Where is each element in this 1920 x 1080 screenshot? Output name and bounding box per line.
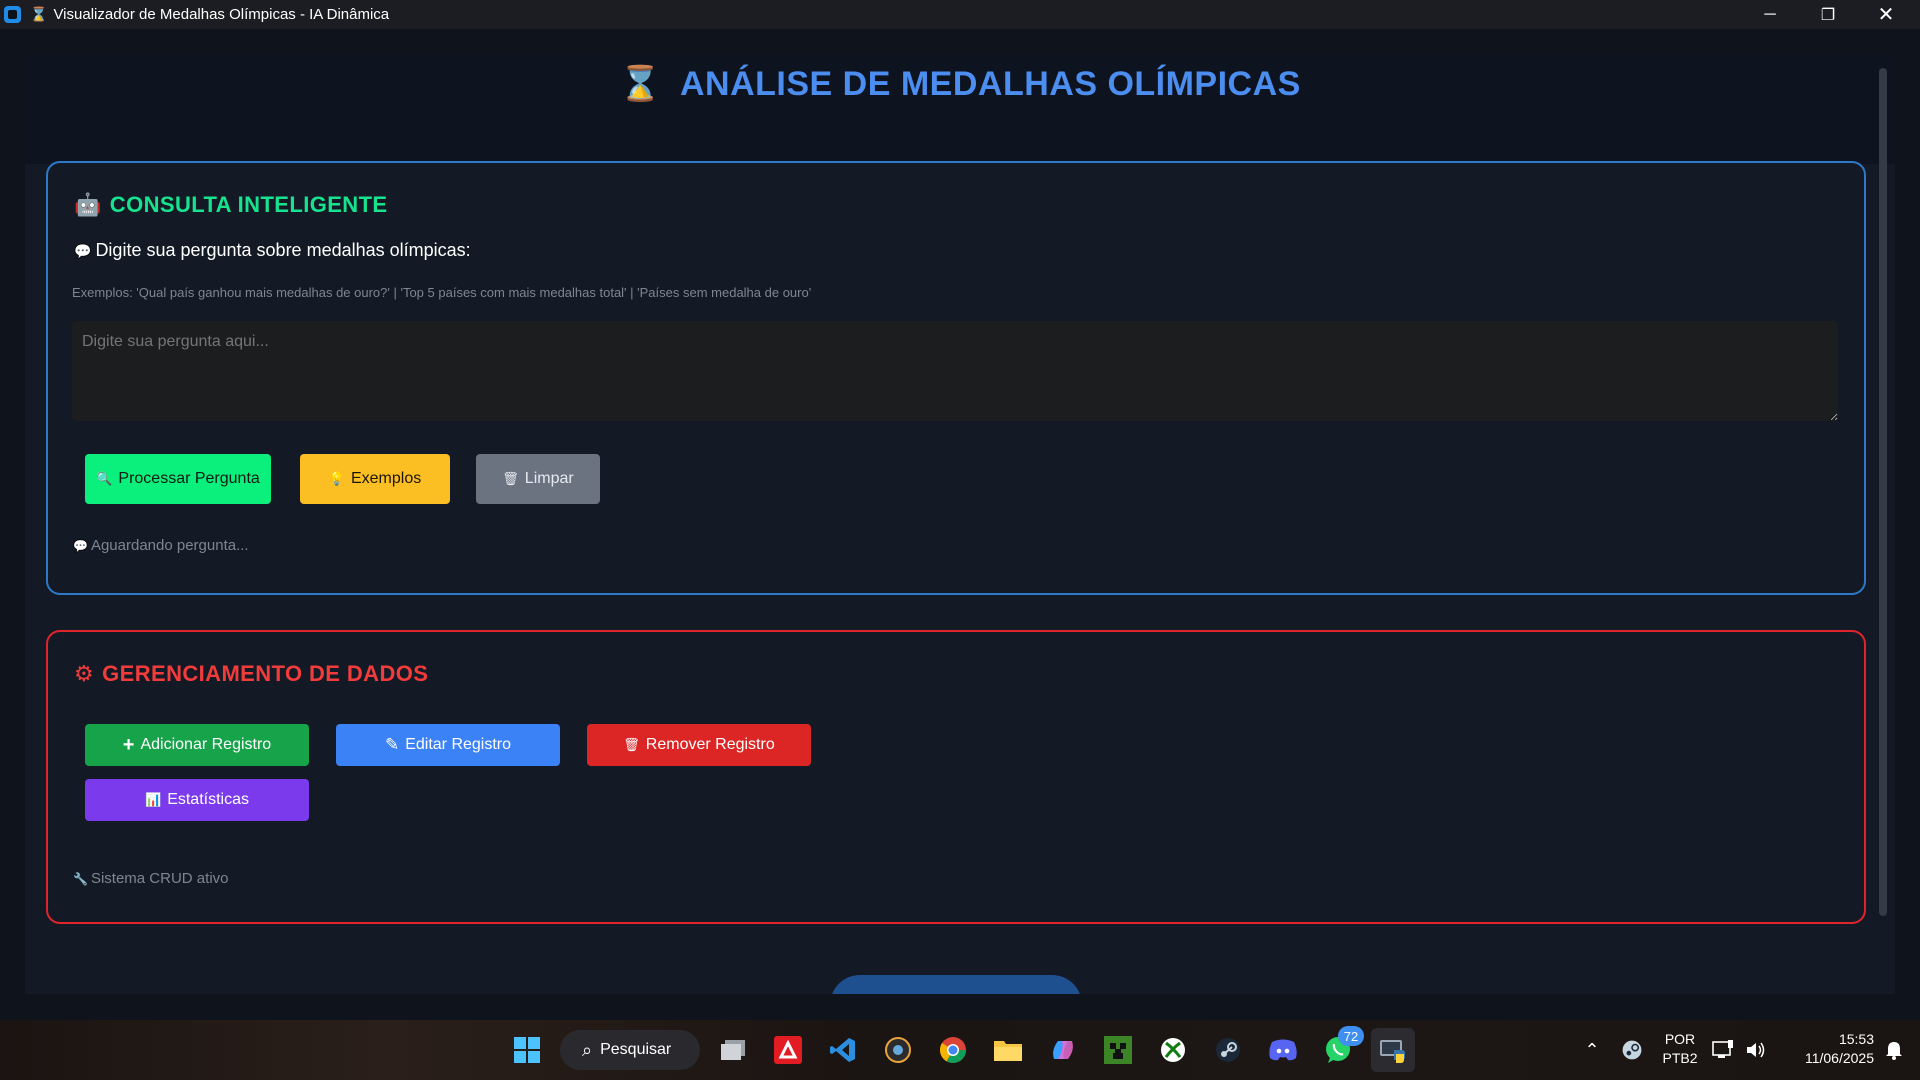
clear-label: Limpar [524,470,574,487]
taskbar-clock[interactable]: 15:53 11/06/2025 [1778,1030,1874,1068]
gerenciamento-title: ⚙ GERENCIAMENTO DE DADOS [74,661,428,687]
consulta-title: 🤖 CONSULTA INTELIGENTE [74,192,388,218]
taskbar: ⌕ Pesquisar 72 ⌃ POR PTB2 15:53 11/06/20… [0,1020,1920,1080]
window-title: Visualizador de Medalhas Olímpicas - IA … [53,6,390,23]
page-title: ⌛ ANÁLISE DE MEDALHAS OLÍMPICAS [25,64,1895,104]
statistics-button[interactable]: 📊 Estatísticas [85,779,309,821]
minecraft-icon[interactable] [1096,1028,1140,1072]
whatsapp-badge: 72 [1338,1026,1364,1046]
remove-record-label: Remover Registro [645,736,775,753]
python-app-icon[interactable] [1371,1028,1415,1072]
volume-icon[interactable] [1738,1028,1774,1072]
hourglass-icon: ⌛ [30,6,48,22]
examples-hint: Exemplos: 'Qual país ganhou mais medalha… [72,285,812,300]
edit-record-button[interactable]: ✎ Editar Registro [336,724,560,766]
amd-software-icon[interactable] [766,1028,810,1072]
crud-status-text: Sistema CRUD ativo [90,870,229,887]
taskbar-search-label: Pesquisar [600,1041,672,1058]
language-code: POR [1664,1031,1696,1047]
speech-bubble-icon: 💬 [73,539,88,553]
plus-icon: + [122,733,135,756]
trash-icon: 🗑 [623,737,640,752]
crud-status: 🔧 Sistema CRUD ativo [73,870,229,887]
magnifier-icon: 🔍 [96,471,113,486]
pencil-icon: ✎ [384,735,400,754]
steam-icon[interactable] [1206,1028,1250,1072]
file-explorer-icon[interactable] [986,1028,1030,1072]
question-status-text: Aguardando pergunta... [90,537,249,554]
page-header: ⌛ ANÁLISE DE MEDALHAS OLÍMPICAS [25,54,1895,164]
clock-time: 15:53 [1838,1031,1874,1047]
question-label-text: Digite sua pergunta sobre medalhas olímp… [95,240,471,260]
examples-label: Exemplos [350,470,422,487]
gerenciamento-title-text: GERENCIAMENTO DE DADOS [102,661,429,686]
gerenciamento-panel: ⚙ GERENCIAMENTO DE DADOS + Adicionar Regi… [46,630,1866,924]
app-content: ⌛ ANÁLISE DE MEDALHAS OLÍMPICAS 🤖 CONSULTA… [25,54,1895,994]
xbox-icon[interactable] [1151,1028,1195,1072]
network-icon[interactable] [1705,1028,1741,1072]
close-button[interactable]: ✕ [1857,0,1915,29]
question-input[interactable] [72,321,1838,421]
task-view-icon[interactable] [711,1028,755,1072]
taskbar-search[interactable]: ⌕ Pesquisar [560,1030,700,1070]
process-question-button[interactable]: 🔍 Processar Pergunta [85,454,271,504]
vscode-icon[interactable] [821,1028,865,1072]
question-status: 💬 Aguardando pergunta... [73,537,249,554]
scrollbar-thumb[interactable] [1879,68,1887,916]
start-icon[interactable] [505,1028,549,1072]
consulta-panel: 🤖 CONSULTA INTELIGENTE 💬 Digite sua pergun… [46,161,1866,595]
hourglass-icon: ⌛ [619,65,662,103]
wrench-icon: 🔧 [73,872,88,886]
language-indicator[interactable]: POR PTB2 [1652,1030,1708,1068]
question-label: 💬 Digite sua pergunta sobre medalhas olím… [74,240,471,261]
gear-icon: ⚙ [74,661,95,686]
rgb-controller-icon[interactable] [876,1028,920,1072]
partially-visible-button[interactable] [830,975,1082,994]
page-title-text: ANÁLISE DE MEDALHAS OLÍMPICAS [679,65,1301,103]
edit-record-label: Editar Registro [405,736,512,753]
trash-icon: 🗑 [502,471,519,486]
keyboard-layout: PTB2 [1662,1050,1698,1066]
statistics-label: Estatísticas [167,791,249,808]
window-titlebar: ⌛ Visualizador de Medalhas Olímpicas - I… [0,0,1920,29]
app-icon [4,6,21,23]
chevron-up-icon[interactable]: ⌃ [1570,1028,1614,1072]
minimize-button[interactable]: ─ [1741,0,1799,29]
maximize-button[interactable]: ❐ [1799,0,1857,29]
process-question-label: Processar Pergunta [118,470,260,487]
lightbulb-icon: 💡 [328,471,345,486]
search-icon: ⌕ [582,1039,593,1060]
steam-tray-icon[interactable] [1610,1028,1654,1072]
clear-button[interactable]: 🗑 Limpar [476,454,600,504]
notification-bell-icon[interactable] [1876,1028,1912,1072]
chrome-icon[interactable] [931,1028,975,1072]
add-record-label: Adicionar Registro [140,736,272,753]
discord-icon[interactable] [1261,1028,1305,1072]
add-record-button[interactable]: + Adicionar Registro [85,724,309,766]
examples-button[interactable]: 💡 Exemplos [300,454,450,504]
consulta-title-text: CONSULTA INTELIGENTE [109,192,388,217]
remove-record-button[interactable]: 🗑 Remover Registro [587,724,811,766]
robot-icon: 🤖 [74,192,102,217]
speech-bubble-icon: 💬 [74,243,92,259]
copilot-icon[interactable] [1041,1028,1085,1072]
bar-chart-icon: 📊 [145,792,162,807]
clock-date: 11/06/2025 [1804,1050,1874,1066]
